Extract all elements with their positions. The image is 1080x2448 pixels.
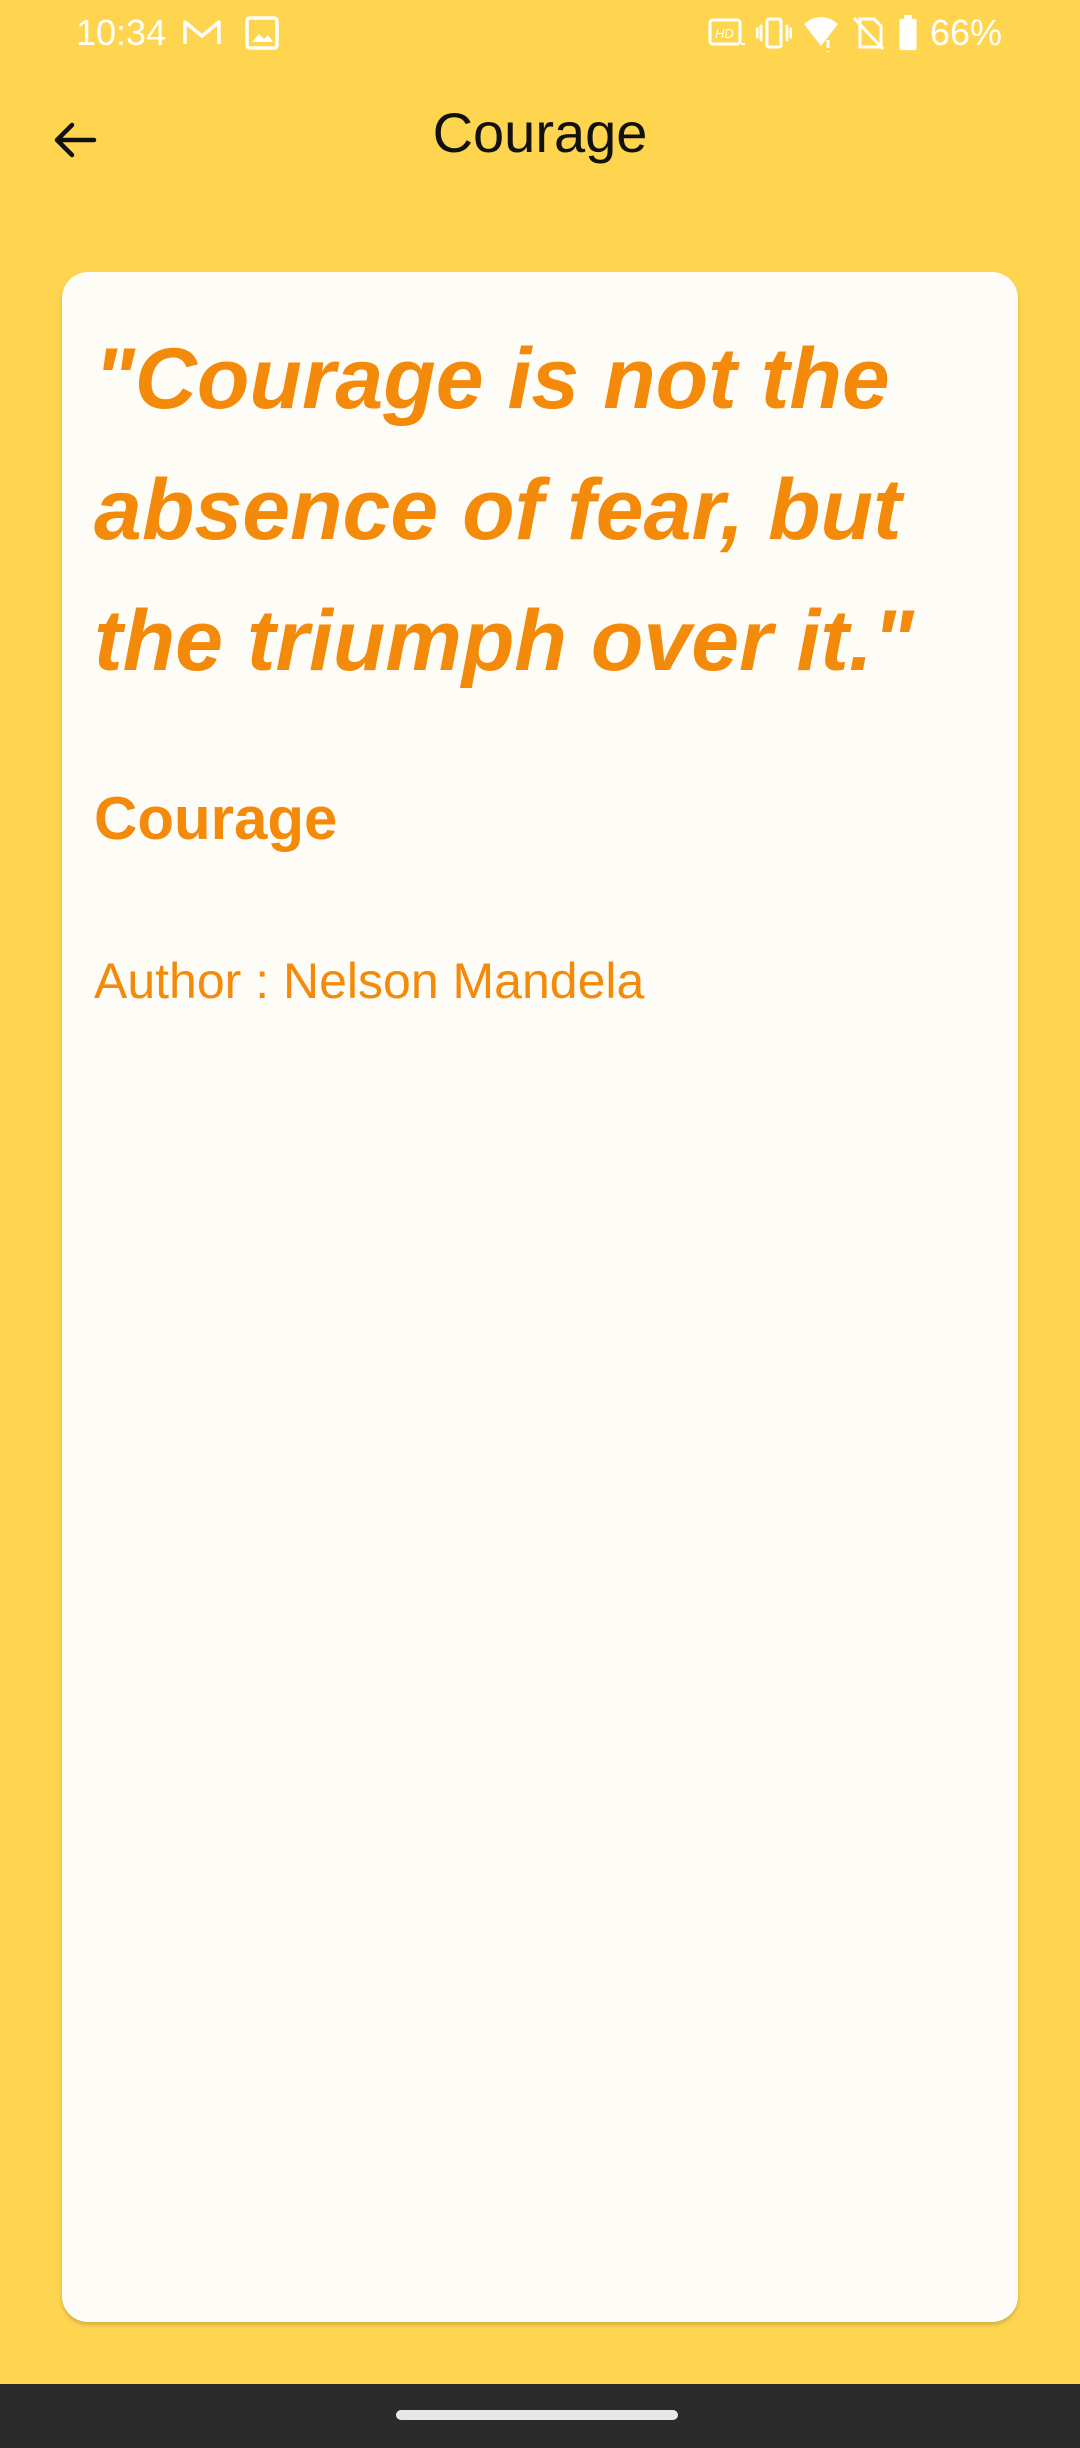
wifi-icon xyxy=(804,17,838,52)
quote-category: Courage xyxy=(94,785,338,852)
status-time: 10:34 xyxy=(76,12,167,53)
vibrate-icon xyxy=(756,17,792,49)
home-indicator[interactable] xyxy=(396,2410,678,2420)
page-title: Courage xyxy=(432,101,648,164)
no-sim-icon xyxy=(852,16,885,51)
hd-icon: HD xyxy=(708,18,745,46)
battery-icon xyxy=(899,14,917,51)
quote-author: Author : Nelson Mandela xyxy=(94,953,645,1009)
quote-card: "Courage is not the absence of fear, but… xyxy=(62,272,1018,2322)
svg-text:HD: HD xyxy=(715,26,734,41)
image-icon xyxy=(245,16,279,50)
system-nav-bar xyxy=(0,2384,1080,2448)
app-bar: Courage xyxy=(0,70,1080,200)
quote-text: "Courage is not the absence of fear, but… xyxy=(94,331,914,689)
status-bar: 10:34 HD 66% xyxy=(0,0,1080,70)
gmail-icon xyxy=(183,20,221,44)
battery-percent: 66% xyxy=(930,12,1003,53)
